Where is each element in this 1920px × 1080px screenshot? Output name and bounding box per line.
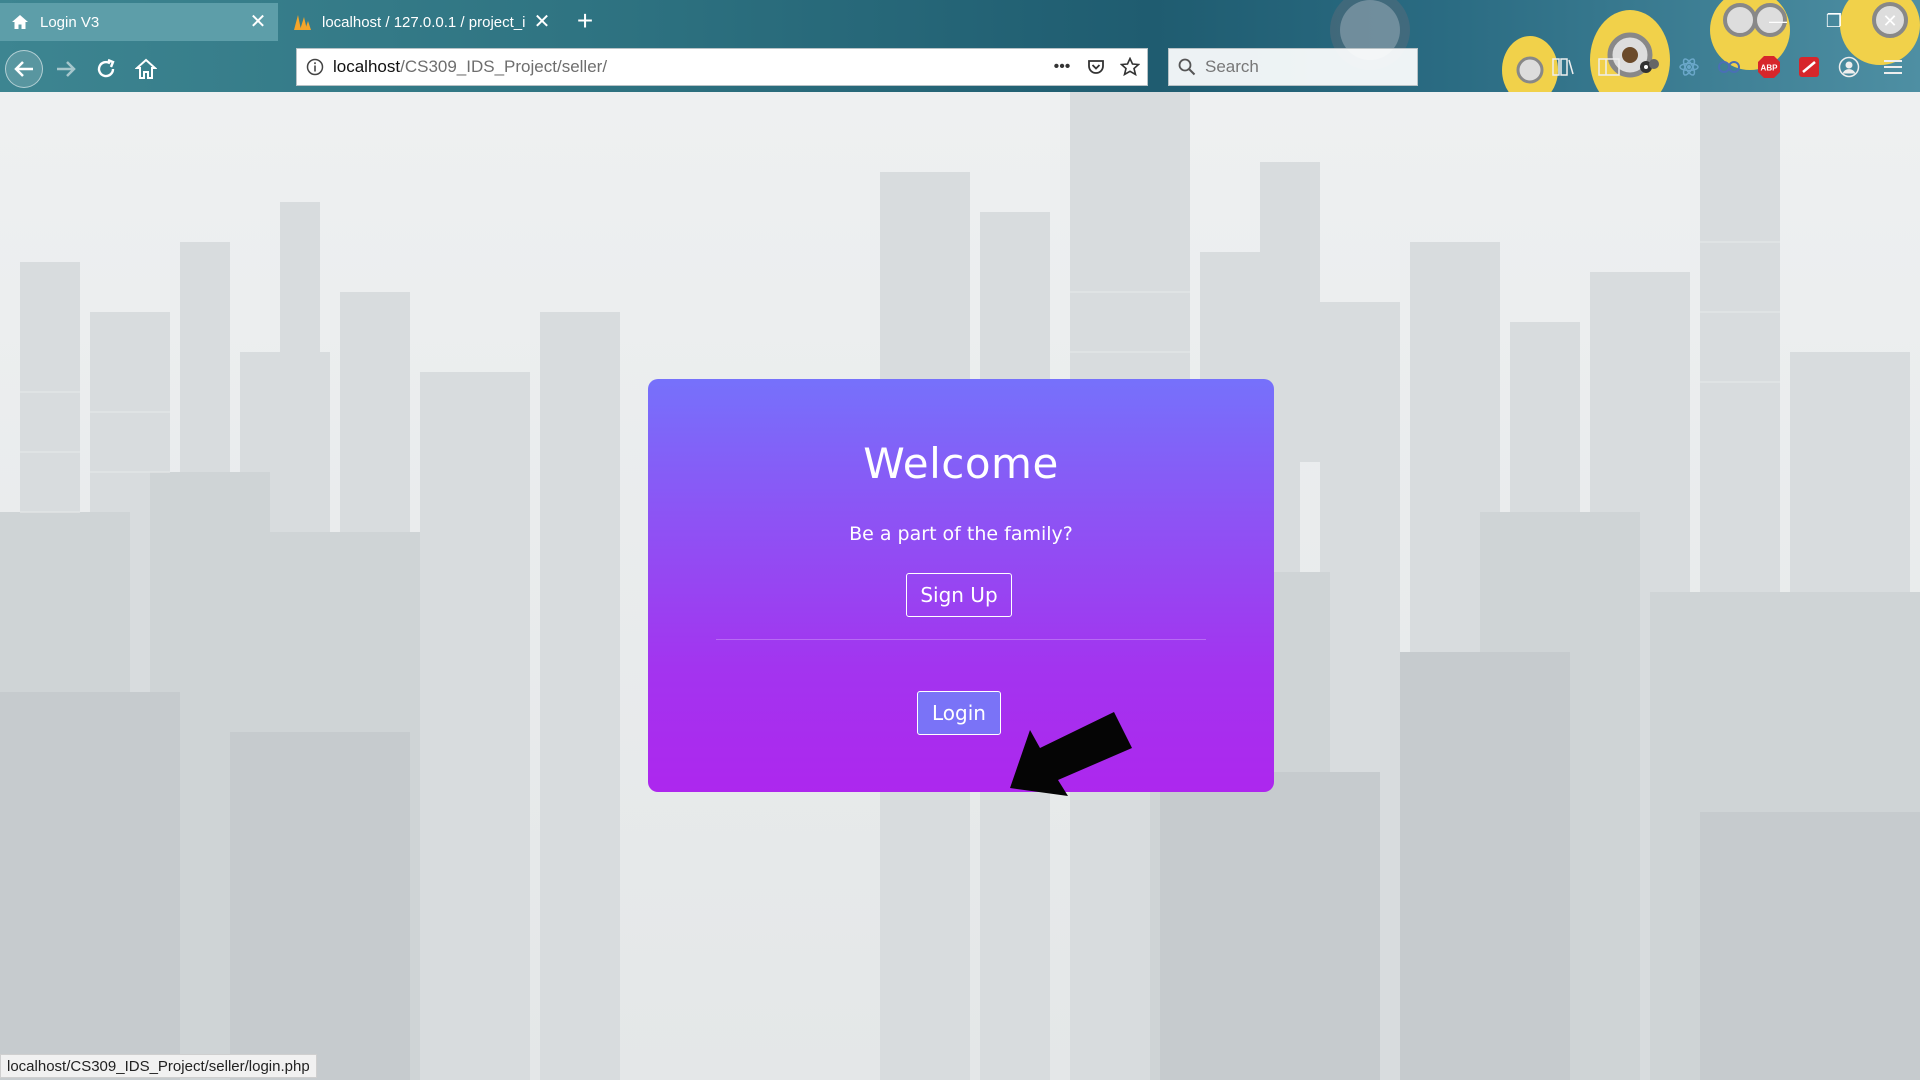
reload-button[interactable] bbox=[87, 50, 125, 88]
welcome-card: Welcome Be a part of the family? Sign Up… bbox=[648, 379, 1274, 792]
url-path: /CS309_IDS_Project/seller/ bbox=[400, 57, 608, 76]
minimize-icon[interactable]: — bbox=[1758, 4, 1798, 38]
back-button[interactable] bbox=[5, 50, 43, 88]
account-icon[interactable] bbox=[1836, 54, 1862, 80]
page-viewport: Welcome Be a part of the family? Sign Up… bbox=[0, 92, 1920, 1080]
search-placeholder: Search bbox=[1205, 57, 1259, 76]
adblock-icon[interactable]: ABP bbox=[1756, 54, 1782, 80]
maximize-icon[interactable]: ❐ bbox=[1814, 4, 1854, 38]
tab-login-v3[interactable]: Login V3 ✕ bbox=[0, 3, 278, 41]
back-arrow-icon bbox=[14, 61, 33, 77]
welcome-subtitle: Be a part of the family? bbox=[849, 523, 1073, 545]
bookmark-star-icon[interactable] bbox=[1113, 50, 1147, 84]
adblock-label: ABP bbox=[1761, 64, 1779, 73]
new-tab-button[interactable]: + bbox=[570, 5, 600, 36]
tab-title: Login V3 bbox=[40, 13, 100, 31]
menu-icon[interactable] bbox=[1880, 54, 1906, 80]
sign-up-button[interactable]: Sign Up bbox=[906, 573, 1012, 617]
address-bar[interactable]: localhost/CS309_IDS_Project/seller/ ••• bbox=[296, 48, 1148, 86]
search-bar[interactable]: Search bbox=[1168, 48, 1418, 86]
reading-list-icon[interactable] bbox=[1550, 54, 1576, 80]
pdf-extension-icon[interactable] bbox=[1796, 54, 1822, 80]
home-icon bbox=[10, 12, 30, 32]
phpmyadmin-icon bbox=[292, 12, 312, 32]
status-url: localhost/CS309_IDS_Project/seller/login… bbox=[7, 1057, 310, 1075]
pointer-arrow-icon bbox=[1010, 712, 1132, 796]
tab-phpmyadmin[interactable]: localhost / 127.0.0.1 / project_i ✕ bbox=[282, 3, 562, 41]
extension-eye-icon[interactable] bbox=[1636, 54, 1662, 80]
close-tab-icon[interactable]: ✕ bbox=[532, 12, 552, 32]
search-icon bbox=[1169, 58, 1205, 76]
tab-title: localhost / 127.0.0.1 / project_i bbox=[322, 13, 526, 31]
browser-chrome: Login V3 ✕ localhost / 127.0.0.1 / proje… bbox=[0, 0, 1920, 92]
home-icon bbox=[135, 58, 157, 79]
close-tab-icon[interactable]: ✕ bbox=[248, 12, 268, 32]
tab-strip: Login V3 ✕ localhost / 127.0.0.1 / proje… bbox=[0, 0, 1920, 42]
pocket-icon[interactable] bbox=[1079, 50, 1113, 84]
url-host: localhost bbox=[333, 57, 401, 76]
url-text[interactable]: localhost/CS309_IDS_Project/seller/ bbox=[333, 57, 1045, 77]
glasses-extension-icon[interactable] bbox=[1716, 54, 1742, 80]
welcome-title: Welcome bbox=[863, 439, 1059, 488]
forward-arrow-icon bbox=[57, 61, 76, 77]
atom-extension-icon[interactable] bbox=[1676, 54, 1702, 80]
divider bbox=[716, 639, 1206, 640]
status-bar: localhost/CS309_IDS_Project/seller/login… bbox=[0, 1054, 317, 1078]
home-button[interactable] bbox=[127, 50, 165, 88]
login-button[interactable]: Login bbox=[917, 691, 1001, 735]
sidebar-icon[interactable] bbox=[1596, 54, 1622, 80]
reload-icon bbox=[97, 58, 115, 78]
forward-button[interactable] bbox=[47, 50, 85, 88]
page-actions-icon[interactable]: ••• bbox=[1045, 50, 1079, 84]
window-close-icon[interactable]: ✕ bbox=[1870, 4, 1910, 38]
site-info-icon[interactable] bbox=[297, 58, 333, 76]
